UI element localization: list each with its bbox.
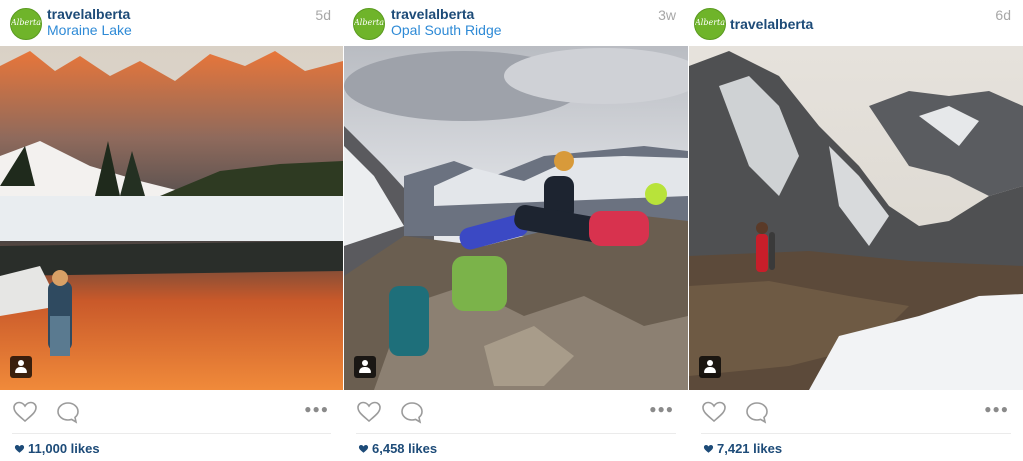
mountain-ridge-photo	[689, 46, 1023, 390]
heart-outline-icon[interactable]	[701, 400, 727, 424]
post-timestamp: 6d	[995, 7, 1011, 23]
person-tag-icon[interactable]	[699, 356, 721, 378]
heart-filled-icon	[14, 445, 25, 453]
post-header: Alberta travelalberta Moraine Lake 5d	[0, 0, 343, 46]
divider	[12, 433, 331, 434]
post-timestamp: 5d	[315, 7, 331, 23]
feed-post: Alberta travelalberta Moraine Lake 5d ●●…	[0, 0, 343, 461]
username[interactable]: travelalberta	[391, 6, 474, 22]
post-photo[interactable]	[689, 46, 1023, 390]
likes-label: 6,458 likes	[372, 441, 438, 456]
avatar-logo-text: Alberta	[354, 18, 384, 27]
moraine-lake-photo	[0, 46, 343, 390]
ellipsis-icon[interactable]: ●●●	[649, 402, 674, 416]
likes-label: 7,421 likes	[717, 441, 783, 456]
person-tag-icon[interactable]	[10, 356, 32, 378]
feed-post: Alberta travelalberta 6d ●●● 7,421 likes	[689, 0, 1023, 461]
heart-filled-icon	[703, 445, 714, 453]
post-actions: ●●●	[0, 390, 343, 435]
location-link[interactable]: Moraine Lake	[47, 22, 132, 38]
speech-bubble-icon[interactable]	[399, 400, 425, 424]
post-photo[interactable]	[0, 46, 343, 390]
likes-count[interactable]: 11,000 likes	[14, 441, 100, 456]
likes-label: 11,000 likes	[28, 441, 100, 456]
post-actions: ●●●	[689, 390, 1023, 435]
feed-post: Alberta travelalberta Opal South Ridge 3…	[344, 0, 688, 461]
avatar[interactable]: Alberta	[694, 8, 726, 40]
username[interactable]: travelalberta	[47, 6, 130, 22]
likes-count[interactable]: 6,458 likes	[358, 441, 437, 456]
divider	[701, 433, 1011, 434]
avatar[interactable]: Alberta	[353, 8, 385, 40]
post-header: Alberta travelalberta Opal South Ridge 3…	[344, 0, 688, 46]
ellipsis-icon[interactable]: ●●●	[304, 402, 329, 416]
avatar[interactable]: Alberta	[10, 8, 42, 40]
username[interactable]: travelalberta	[730, 16, 813, 32]
post-photo[interactable]	[344, 46, 688, 390]
heart-filled-icon	[358, 445, 369, 453]
heart-outline-icon[interactable]	[12, 400, 38, 424]
avatar-logo-text: Alberta	[11, 18, 41, 27]
speech-bubble-icon[interactable]	[55, 400, 81, 424]
heart-outline-icon[interactable]	[356, 400, 382, 424]
post-actions: ●●●	[344, 390, 688, 435]
speech-bubble-icon[interactable]	[744, 400, 770, 424]
opal-ridge-photo	[344, 46, 688, 390]
person-tag-icon[interactable]	[354, 356, 376, 378]
location-link[interactable]: Opal South Ridge	[391, 22, 502, 38]
post-header: Alberta travelalberta 6d	[689, 0, 1023, 46]
divider	[356, 433, 676, 434]
avatar-logo-text: Alberta	[695, 18, 725, 27]
ellipsis-icon[interactable]: ●●●	[984, 402, 1009, 416]
post-timestamp: 3w	[658, 7, 676, 23]
likes-count[interactable]: 7,421 likes	[703, 441, 782, 456]
